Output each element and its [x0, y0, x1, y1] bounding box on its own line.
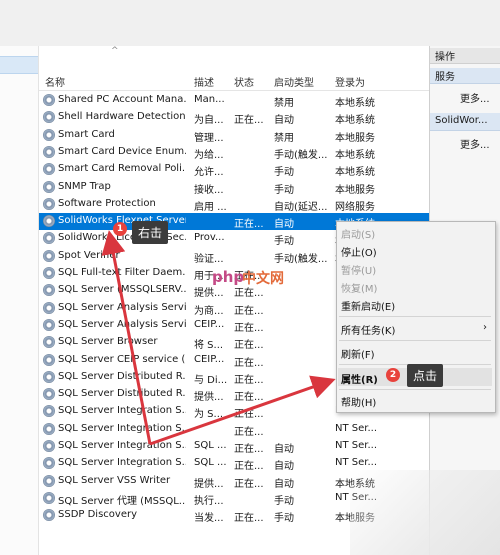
watermark-php: php — [212, 268, 245, 286]
arrow-to-service-icon — [101, 230, 152, 445]
step-badge-2: 2 — [386, 368, 400, 382]
tip-click: 点击 — [407, 364, 444, 387]
step-badge-1: 1 — [113, 222, 127, 236]
watermark-cn: 中文网 — [242, 271, 284, 287]
corner-blur — [350, 470, 500, 555]
tip-right-click: 右击 — [132, 221, 169, 244]
arrow-to-properties-icon — [149, 375, 336, 446]
